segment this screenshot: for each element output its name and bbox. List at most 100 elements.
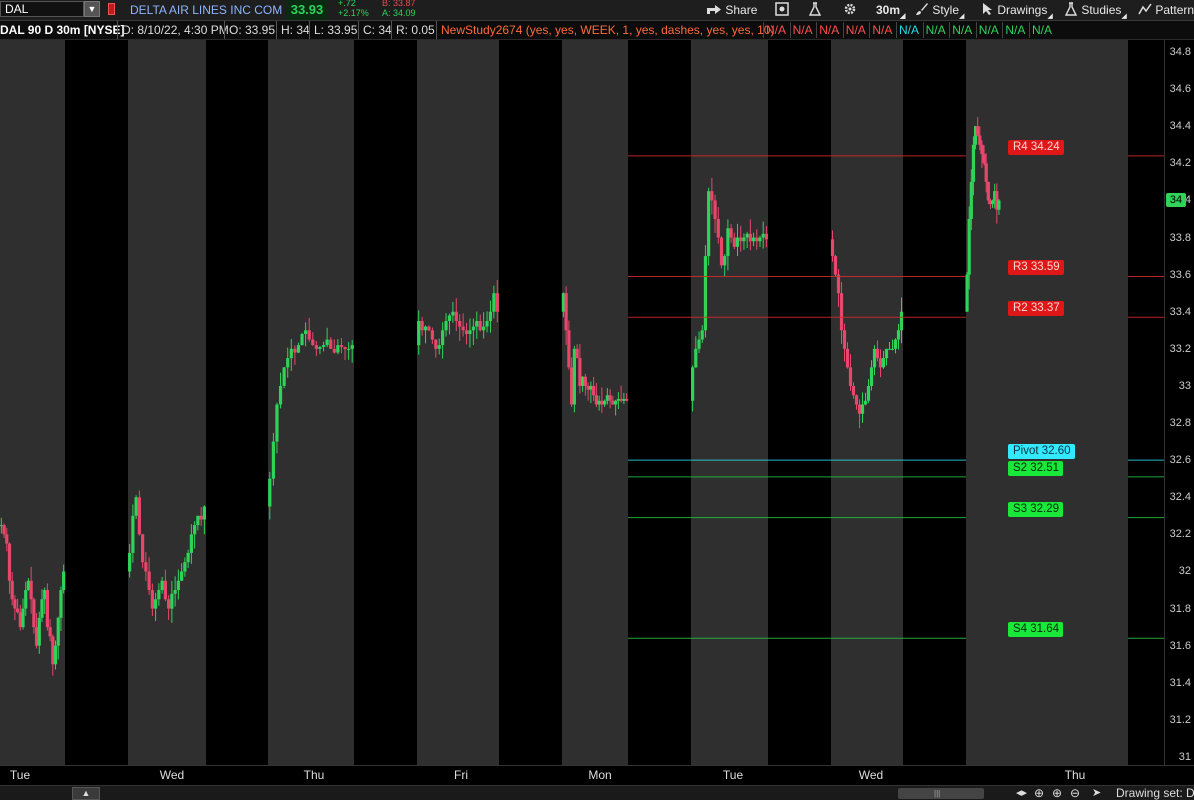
candle-body (842, 330, 847, 349)
y-tick-label: 32.2 (1169, 528, 1191, 541)
candle-body (468, 330, 472, 334)
study-label[interactable]: NewStudy2674 (yes, yes, WEEK, 1, yes, da… (436, 21, 774, 39)
horizontal-scrollbar[interactable]: ||| (898, 788, 984, 799)
candle-body (444, 321, 448, 331)
candle-body (990, 200, 995, 205)
candle-body (193, 525, 197, 535)
candle-body (748, 233, 752, 242)
chevron-down-icon: ◢ (959, 13, 965, 20)
candle-body (716, 218, 720, 238)
candle-body (147, 571, 151, 591)
candle-body (967, 218, 971, 275)
candle-body (488, 311, 493, 322)
drawings-menu[interactable]: Drawings◢ (982, 0, 1053, 20)
candle-body (186, 552, 190, 563)
candle-body (2, 525, 6, 535)
zoom-in-icon[interactable]: ⊕ (1052, 786, 1062, 800)
candle-body (437, 345, 441, 349)
y-tick-label: 33.2 (1169, 342, 1191, 355)
drawing-set-label[interactable]: Drawing set: De (1116, 786, 1194, 800)
candle-body (971, 144, 976, 182)
candle-body (286, 358, 290, 368)
cursor-icon (983, 3, 992, 15)
patterns-menu[interactable]: Pattern (1138, 0, 1194, 20)
candle-body (137, 497, 141, 535)
y-tick-label: 31.4 (1169, 676, 1191, 689)
candle-body (697, 339, 701, 349)
style-menu[interactable]: Style◢ (915, 0, 964, 20)
candle-body (304, 330, 308, 334)
candle-body (839, 293, 844, 331)
session-band (499, 40, 562, 765)
y-tick-label: 34.4 (1169, 120, 1191, 133)
crosshair-icon[interactable]: ⊕ (1034, 786, 1044, 800)
y-tick-label: 32.6 (1169, 454, 1191, 467)
company-name: DELTA AIR LINES INC COM (130, 3, 283, 17)
candle-body (300, 334, 304, 346)
share-icon (707, 5, 721, 14)
candle-body (21, 608, 25, 628)
level-label-s2: S2 32.51 (1008, 460, 1064, 476)
y-tick-label: 34.6 (1169, 83, 1191, 96)
study-value-na-cyan: N/A (896, 22, 921, 38)
y-tick-label: 31 (1178, 751, 1191, 763)
candle-body (755, 237, 759, 242)
level-label-r4: R4 34.24 (1008, 139, 1064, 155)
session-band (128, 40, 206, 765)
lab-button[interactable] (808, 0, 822, 20)
notebook-icon (775, 2, 789, 16)
candle-body (570, 367, 574, 405)
candle-body (703, 256, 708, 331)
candle-body (343, 346, 347, 349)
candle-body (984, 163, 988, 182)
candle-body (887, 348, 892, 350)
candle-body (600, 400, 604, 405)
timeframe-selector[interactable]: 30m◢ (876, 0, 905, 20)
study-value-na-green: N/A (1029, 22, 1054, 38)
symbol-dropdown-button[interactable]: ▼ (84, 1, 100, 17)
collapse-button[interactable]: ▲ (72, 787, 100, 800)
cursor-icon[interactable]: ➤ (1092, 786, 1101, 800)
top-toolbar: ▼ DELTA AIR LINES INC COM 33.93 +.72 +2.… (0, 0, 1194, 21)
candle-body (848, 367, 853, 386)
candle-body (764, 233, 768, 240)
scroll-arrows-icon[interactable]: ◂▸ (1016, 786, 1027, 800)
candle-body (13, 599, 17, 609)
price-chart[interactable] (0, 40, 1164, 765)
settings-button[interactable] (843, 0, 857, 20)
level-label-r2: R2 33.37 (1008, 301, 1064, 317)
session-band (65, 40, 128, 765)
candle-body (890, 348, 895, 350)
candle-body (144, 562, 148, 572)
candle-body (307, 330, 311, 340)
candle-body (691, 367, 695, 401)
studies-menu[interactable]: Studies◢ (1064, 0, 1127, 20)
study-value-na-green: N/A (1002, 22, 1027, 38)
symbol-input[interactable] (0, 1, 84, 17)
study-value-na-green: N/A (975, 22, 1001, 38)
candle-body (710, 191, 714, 201)
chart-title: DAL 90 D 30m [NYSE] (0, 23, 125, 37)
notes-button[interactable] (774, 0, 790, 20)
candle-body (314, 345, 318, 349)
candle-body (160, 580, 164, 591)
candle-body (575, 348, 579, 359)
last-price: 33.93 (286, 0, 328, 20)
price-axis[interactable]: 34.8 34.6 34.4 34.2 34 33.8 33.6 33.4 33.2 33 32.8… (1164, 40, 1194, 765)
candle-body (965, 274, 969, 312)
chevron-up-icon: ▲ (81, 788, 91, 798)
candle-body (969, 181, 973, 219)
time-axis[interactable]: Tue Wed Thu Fri Mon Tue Wed Thu (0, 765, 1194, 786)
share-button[interactable]: Share (706, 0, 757, 20)
candle-body (278, 385, 283, 405)
candle-body (997, 200, 1001, 210)
y-tick-label: 33.8 (1169, 231, 1191, 244)
candle-body (154, 599, 158, 609)
bar-open: O: 33.95 (224, 21, 275, 39)
flask-icon (808, 2, 822, 16)
study-value-na-red: N/A (869, 22, 894, 38)
zoom-out-icon[interactable]: ⊖ (1070, 786, 1080, 800)
chevron-down-icon: ◢ (1121, 13, 1127, 20)
symbol-flag-icon[interactable] (108, 3, 115, 15)
candle-body (564, 293, 568, 331)
